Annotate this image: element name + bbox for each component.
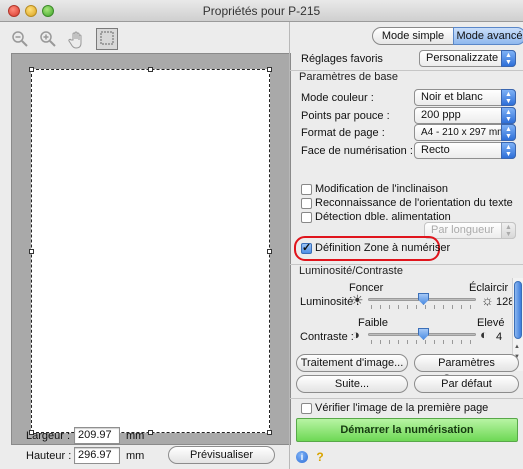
popup-arrows-icon: ▲ ▼ [501,222,516,239]
contrast-value: 4 [496,331,503,343]
popup-arrows-icon: ▲ ▼ [501,107,516,124]
zoom-in-icon[interactable] [38,30,58,50]
width-field[interactable]: 209.97 [74,427,120,444]
title-bar: Propriétés pour P-215 [0,0,523,22]
height-unit: mm [126,450,145,462]
preview-area[interactable] [11,53,291,445]
favorites-label: Réglages favoris [301,53,383,65]
orientation-label: Reconnaissance de l'orientation du texte [315,197,513,209]
resize-handle[interactable] [267,249,272,254]
double-feed-mode-popup[interactable]: Par longueur ▲ ▼ [424,222,516,239]
window-title: Propriétés pour P-215 [202,4,321,18]
resize-handle[interactable] [29,249,34,254]
favorites-value: Personalizzate [426,52,499,64]
panel-divider [289,22,290,469]
scan-area-checkbox[interactable] [301,241,312,254]
contrast-slider-knob[interactable] [418,328,429,340]
resize-handle[interactable] [29,67,34,72]
resize-handle[interactable] [267,67,272,72]
low-label: Faible [358,317,388,329]
popup-arrows-icon: ▲ ▼ [501,124,516,141]
preview-button[interactable]: Prévisualiser [168,446,275,464]
sun-dim-icon: ☀ [351,292,364,308]
contrast-label: Contraste : [300,331,354,343]
contrast-high-icon: ◐ [480,327,488,342]
width-label: Largeur : [26,430,71,442]
info-icon[interactable]: i [296,451,308,463]
brightness-contrast-header: Luminosité/Contraste [290,264,523,278]
resize-handle[interactable] [148,430,153,435]
image-processing-button[interactable]: Traitement d'image... [296,354,408,372]
divider [290,398,523,399]
popup-arrows-icon: ▲ ▼ [501,50,516,67]
zoom-out-icon[interactable] [10,30,30,50]
height-field[interactable]: 296.97 [74,447,120,464]
tab-simple-mode[interactable]: Mode simple [372,27,454,45]
deskew-label: Modification de l'inclinaison [315,183,448,195]
scrollbar-thumb[interactable] [514,281,522,339]
more-button[interactable]: Suite... [296,375,408,393]
slider-ticks [371,305,473,309]
color-mode-label: Mode couleur : [301,92,374,104]
start-scan-button[interactable]: Démarrer la numérisation [296,418,518,442]
height-label: Hauteur : [26,450,72,462]
resize-handle[interactable] [148,67,153,72]
scan-side-popup[interactable]: Recto ▲ ▼ [414,142,516,159]
dpi-popup[interactable]: 200 ppp ▲ ▼ [414,107,516,124]
scroll-up-icon[interactable]: ▲ [514,344,520,350]
scan-side-value: Recto [421,144,450,156]
scan-area-selection[interactable] [29,67,272,435]
orientation-checkbox[interactable] [301,198,312,209]
popup-arrows-icon: ▲ ▼ [501,89,516,106]
favorites-popup[interactable]: Personalizzate ▲ ▼ [419,50,516,67]
contrast-low-icon: ◑ [352,327,360,342]
selection-icon[interactable] [96,28,118,50]
help-icon[interactable]: ? [314,451,326,463]
sun-bright-icon: ☼ [481,292,494,308]
page-format-label: Format de page : [301,127,385,139]
color-mode-value: Noir et blanc [421,91,483,103]
resize-handle[interactable] [267,430,272,435]
deskew-checkbox[interactable] [301,184,312,195]
tab-advanced-mode[interactable]: Mode avancé [453,27,523,45]
gamma-settings-button[interactable]: Paramètres Gamma... [414,354,519,385]
verify-first-page-label: Vérifier l'image de la première page [315,402,489,414]
dpi-value: 200 ppp [421,109,461,121]
popup-arrows-icon: ▲ ▼ [501,142,516,159]
width-unit: mm [126,430,145,442]
preview-toolbar [0,22,289,54]
double-feed-checkbox[interactable] [301,212,312,223]
brightness-slider-knob[interactable] [418,293,429,305]
color-mode-popup[interactable]: Noir et blanc ▲ ▼ [414,89,516,106]
basic-settings-header: Paramètres de base [290,70,523,84]
scan-area-label: Définition Zone à numériser [315,242,451,254]
slider-ticks [371,340,473,344]
scan-side-label: Face de numérisation : [301,145,413,157]
default-button[interactable]: Par défaut [414,375,519,393]
dpi-label: Points par pouce : [301,110,390,122]
hand-icon[interactable] [67,30,87,50]
page-format-value: A4 - 210 x 297 mm [421,127,506,138]
double-feed-mode-value: Par longueur [431,224,494,236]
page-format-popup[interactable]: A4 - 210 x 297 mm ▲ ▼ [414,124,516,141]
verify-first-page-checkbox[interactable] [301,403,312,414]
